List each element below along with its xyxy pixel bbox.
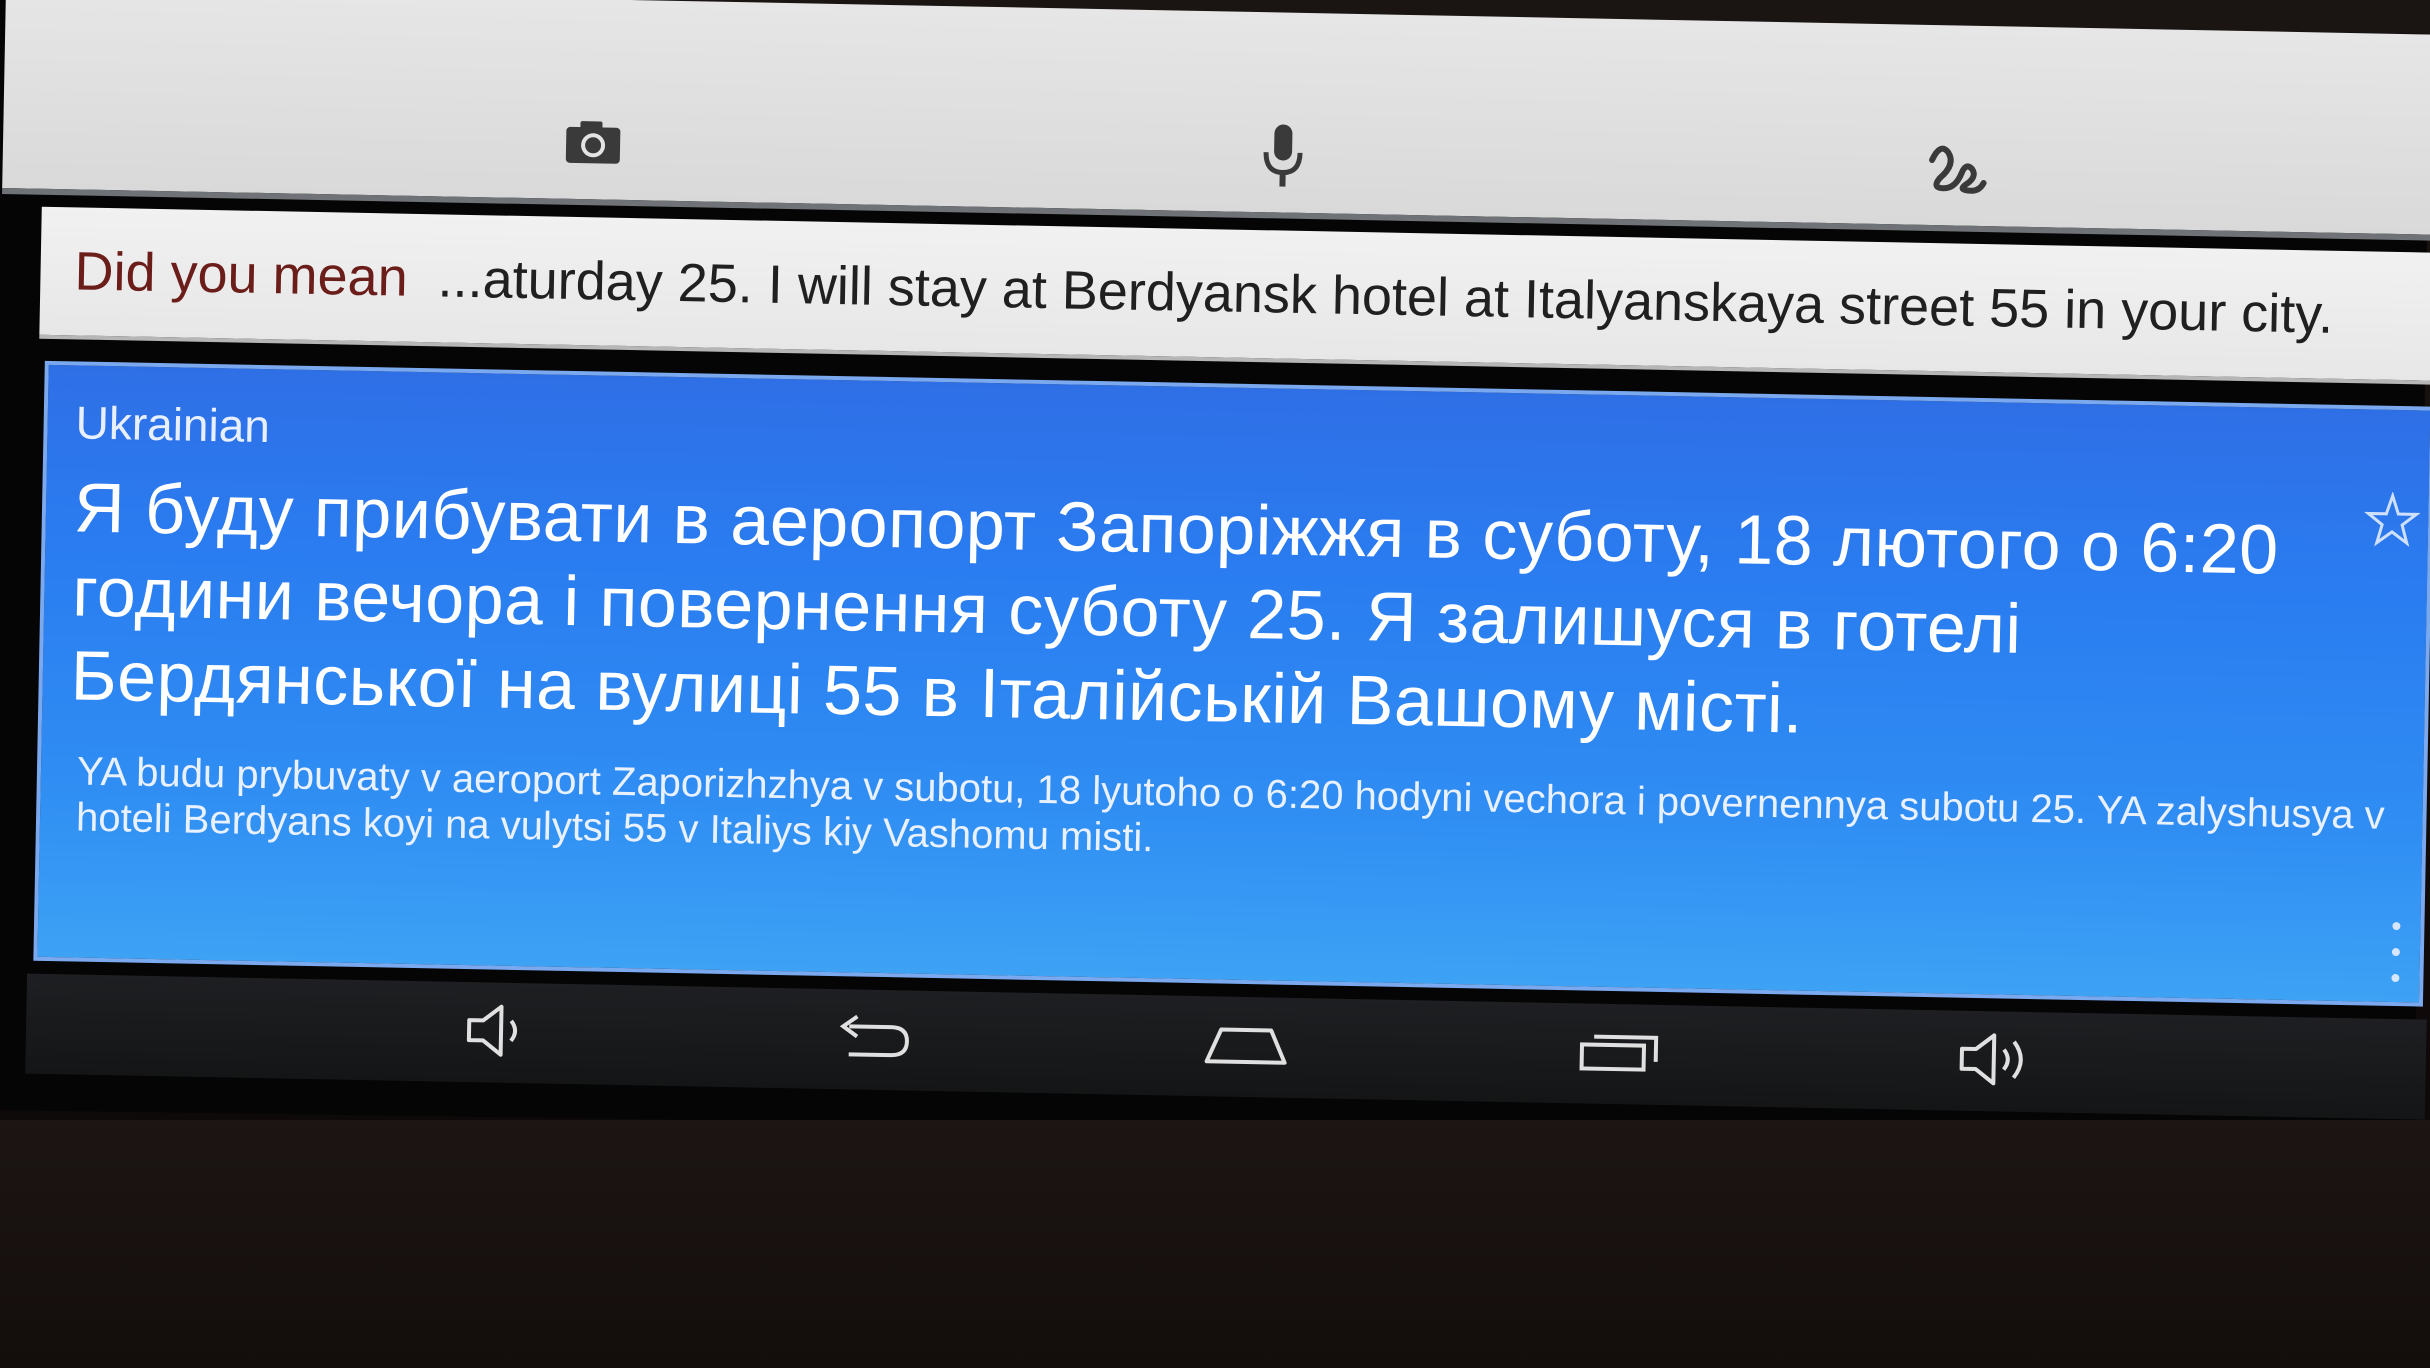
transliteration-text: YA budu prybuvaty v aeroport Zaporizhzhy… [75,749,2386,861]
microphone-icon[interactable] [1247,120,1318,191]
photo-frame: Did you mean ...aturday 25. I will stay … [0,0,2430,1368]
back-icon[interactable] [820,997,922,1079]
handwriting-icon[interactable] [1922,133,1993,204]
volume-up-icon[interactable] [1945,1018,2047,1100]
background-surface [0,1120,2430,1368]
translation-card: Ukrainian Я буду прибувати в аеропорт За… [33,360,2430,1007]
translation-text: Я буду прибувати в аеропорт Запоріжжя в … [70,468,2280,748]
recents-icon[interactable] [1570,1011,1672,1093]
home-icon[interactable] [1195,1004,1297,1086]
tablet-screen: Did you mean ...aturday 25. I will stay … [0,0,2430,1120]
target-language-label: Ukrainian [75,396,271,453]
star-icon[interactable] [2364,491,2421,548]
did-you-mean-text[interactable]: ...aturday 25. I will stay at Berdyansk … [437,247,2334,345]
input-toolbar [2,0,2430,241]
more-options-icon[interactable] [2385,921,2406,983]
did-you-mean-label: Did you mean [73,241,409,308]
camera-icon[interactable] [557,107,628,178]
volume-down-icon[interactable] [445,990,547,1072]
